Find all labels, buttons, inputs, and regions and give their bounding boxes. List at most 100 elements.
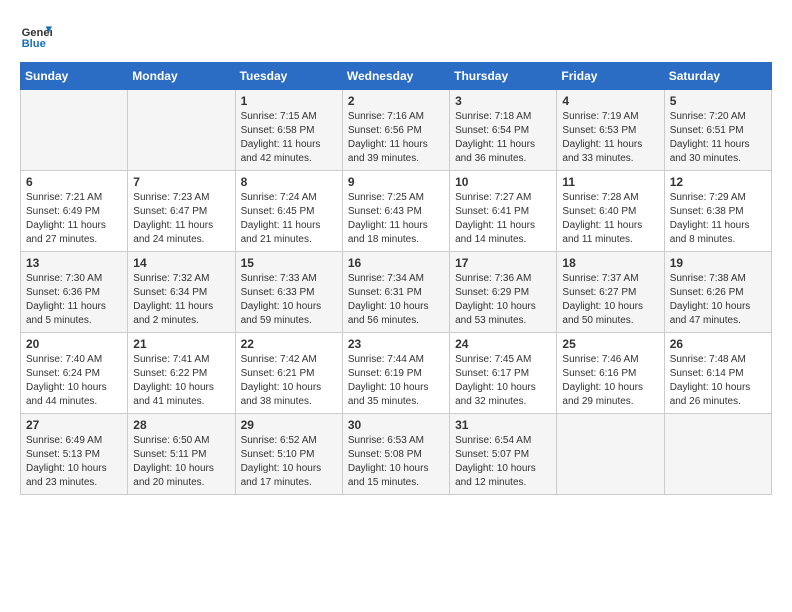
day-info: Sunrise: 6:52 AM Sunset: 5:10 PM Dayligh… [241,434,337,490]
calendar-cell: 7Sunrise: 7:23 AM Sunset: 6:47 PM Daylig… [128,171,235,252]
day-info: Sunrise: 7:16 AM Sunset: 6:56 PM Dayligh… [348,110,444,166]
day-info: Sunrise: 7:41 AM Sunset: 6:22 PM Dayligh… [133,353,229,409]
day-number: 14 [133,256,229,270]
calendar-cell: 3Sunrise: 7:18 AM Sunset: 6:54 PM Daylig… [450,90,557,171]
calendar-cell: 20Sunrise: 7:40 AM Sunset: 6:24 PM Dayli… [21,333,128,414]
calendar-header-row: SundayMondayTuesdayWednesdayThursdayFrid… [21,63,772,90]
day-number: 10 [455,175,551,189]
day-info: Sunrise: 7:20 AM Sunset: 6:51 PM Dayligh… [670,110,766,166]
calendar-cell [21,90,128,171]
day-header-wednesday: Wednesday [342,63,449,90]
calendar-cell: 25Sunrise: 7:46 AM Sunset: 6:16 PM Dayli… [557,333,664,414]
day-info: Sunrise: 6:54 AM Sunset: 5:07 PM Dayligh… [455,434,551,490]
calendar-cell: 29 Sunrise: 6:52 AM Sunset: 5:10 PM Dayli… [235,414,342,495]
day-number: 26 [670,337,766,351]
day-info: Sunrise: 7:25 AM Sunset: 6:43 PM Dayligh… [348,191,444,247]
calendar-cell: 22Sunrise: 7:42 AM Sunset: 6:21 PM Dayli… [235,333,342,414]
day-number: 22 [241,337,337,351]
day-number: 31 [455,418,551,432]
calendar-cell: 18 Sunrise: 7:37 AM Sunset: 6:27 PM Dayli… [557,252,664,333]
calendar-cell: 24 Sunrise: 7:45 AM Sunset: 6:17 PM Dayli… [450,333,557,414]
day-number: 12 [670,175,766,189]
day-info: Sunrise: 7:37 AM Sunset: 6:27 PM Dayligh… [562,272,658,328]
day-header-monday: Monday [128,63,235,90]
day-number: 29 [241,418,337,432]
page-header: General Blue [20,20,772,52]
day-number: 19 [670,256,766,270]
day-number: 20 [26,337,122,351]
day-info: Sunrise: 7:38 AM Sunset: 6:26 PM Dayligh… [670,272,766,328]
calendar-cell: 10 Sunrise: 7:27 AM Sunset: 6:41 PM Dayli… [450,171,557,252]
calendar-cell: 17 Sunrise: 7:36 AM Sunset: 6:29 PM Dayli… [450,252,557,333]
week-row-3: 13 Sunrise: 7:30 AM Sunset: 6:36 PM Dayli… [21,252,772,333]
day-header-saturday: Saturday [664,63,771,90]
calendar-cell: 2 Sunrise: 7:16 AM Sunset: 6:56 PM Daylig… [342,90,449,171]
calendar-cell: 26Sunrise: 7:48 AM Sunset: 6:14 PM Dayli… [664,333,771,414]
day-header-friday: Friday [557,63,664,90]
calendar-cell: 16 Sunrise: 7:34 AM Sunset: 6:31 PM Dayli… [342,252,449,333]
calendar-cell: 13 Sunrise: 7:30 AM Sunset: 6:36 PM Dayli… [21,252,128,333]
calendar-cell: 6Sunrise: 7:21 AM Sunset: 6:49 PM Daylig… [21,171,128,252]
day-header-tuesday: Tuesday [235,63,342,90]
calendar-cell [128,90,235,171]
day-number: 1 [241,94,337,108]
day-info: Sunrise: 6:50 AM Sunset: 5:11 PM Dayligh… [133,434,229,490]
day-info: Sunrise: 7:32 AM Sunset: 6:34 PM Dayligh… [133,272,229,328]
calendar-cell: 4 Sunrise: 7:19 AM Sunset: 6:53 PM Daylig… [557,90,664,171]
calendar-cell [664,414,771,495]
day-info: Sunrise: 7:18 AM Sunset: 6:54 PM Dayligh… [455,110,551,166]
logo: General Blue [20,20,56,52]
day-number: 9 [348,175,444,189]
day-info: Sunrise: 7:27 AM Sunset: 6:41 PM Dayligh… [455,191,551,247]
day-number: 23 [348,337,444,351]
day-header-sunday: Sunday [21,63,128,90]
day-header-thursday: Thursday [450,63,557,90]
calendar-cell: 5Sunrise: 7:20 AM Sunset: 6:51 PM Daylig… [664,90,771,171]
day-number: 18 [562,256,658,270]
day-number: 24 [455,337,551,351]
day-number: 21 [133,337,229,351]
calendar-cell [557,414,664,495]
day-info: Sunrise: 7:15 AM Sunset: 6:58 PM Dayligh… [241,110,337,166]
week-row-2: 6Sunrise: 7:21 AM Sunset: 6:49 PM Daylig… [21,171,772,252]
day-info: Sunrise: 7:24 AM Sunset: 6:45 PM Dayligh… [241,191,337,247]
day-info: Sunrise: 7:28 AM Sunset: 6:40 PM Dayligh… [562,191,658,247]
calendar-cell: 30 Sunrise: 6:53 AM Sunset: 5:08 PM Dayli… [342,414,449,495]
day-number: 2 [348,94,444,108]
day-number: 15 [241,256,337,270]
day-info: Sunrise: 7:45 AM Sunset: 6:17 PM Dayligh… [455,353,551,409]
calendar-cell: 28 Sunrise: 6:50 AM Sunset: 5:11 PM Dayli… [128,414,235,495]
calendar-cell: 9 Sunrise: 7:25 AM Sunset: 6:43 PM Daylig… [342,171,449,252]
calendar-table: SundayMondayTuesdayWednesdayThursdayFrid… [20,62,772,495]
day-info: Sunrise: 7:29 AM Sunset: 6:38 PM Dayligh… [670,191,766,247]
day-info: Sunrise: 7:21 AM Sunset: 6:49 PM Dayligh… [26,191,122,247]
logo-icon: General Blue [20,20,52,52]
day-info: Sunrise: 7:36 AM Sunset: 6:29 PM Dayligh… [455,272,551,328]
day-info: Sunrise: 7:30 AM Sunset: 6:36 PM Dayligh… [26,272,122,328]
calendar-cell: 19 Sunrise: 7:38 AM Sunset: 6:26 PM Dayli… [664,252,771,333]
calendar-cell: 1 Sunrise: 7:15 AM Sunset: 6:58 PM Daylig… [235,90,342,171]
day-number: 13 [26,256,122,270]
day-number: 8 [241,175,337,189]
day-number: 28 [133,418,229,432]
day-info: Sunrise: 6:53 AM Sunset: 5:08 PM Dayligh… [348,434,444,490]
calendar-cell: 23 Sunrise: 7:44 AM Sunset: 6:19 PM Dayli… [342,333,449,414]
day-number: 30 [348,418,444,432]
week-row-1: 1 Sunrise: 7:15 AM Sunset: 6:58 PM Daylig… [21,90,772,171]
day-number: 4 [562,94,658,108]
week-row-4: 20Sunrise: 7:40 AM Sunset: 6:24 PM Dayli… [21,333,772,414]
day-number: 7 [133,175,229,189]
day-info: Sunrise: 7:44 AM Sunset: 6:19 PM Dayligh… [348,353,444,409]
day-number: 17 [455,256,551,270]
day-info: Sunrise: 7:34 AM Sunset: 6:31 PM Dayligh… [348,272,444,328]
day-info: Sunrise: 6:49 AM Sunset: 5:13 PM Dayligh… [26,434,122,490]
day-number: 27 [26,418,122,432]
calendar-cell: 15 Sunrise: 7:33 AM Sunset: 6:33 PM Dayli… [235,252,342,333]
calendar-cell: 12 Sunrise: 7:29 AM Sunset: 6:38 PM Dayli… [664,171,771,252]
day-info: Sunrise: 7:19 AM Sunset: 6:53 PM Dayligh… [562,110,658,166]
calendar-cell: 11Sunrise: 7:28 AM Sunset: 6:40 PM Dayli… [557,171,664,252]
calendar-cell: 21 Sunrise: 7:41 AM Sunset: 6:22 PM Dayli… [128,333,235,414]
day-info: Sunrise: 7:33 AM Sunset: 6:33 PM Dayligh… [241,272,337,328]
calendar-cell: 31 Sunrise: 6:54 AM Sunset: 5:07 PM Dayli… [450,414,557,495]
day-number: 16 [348,256,444,270]
